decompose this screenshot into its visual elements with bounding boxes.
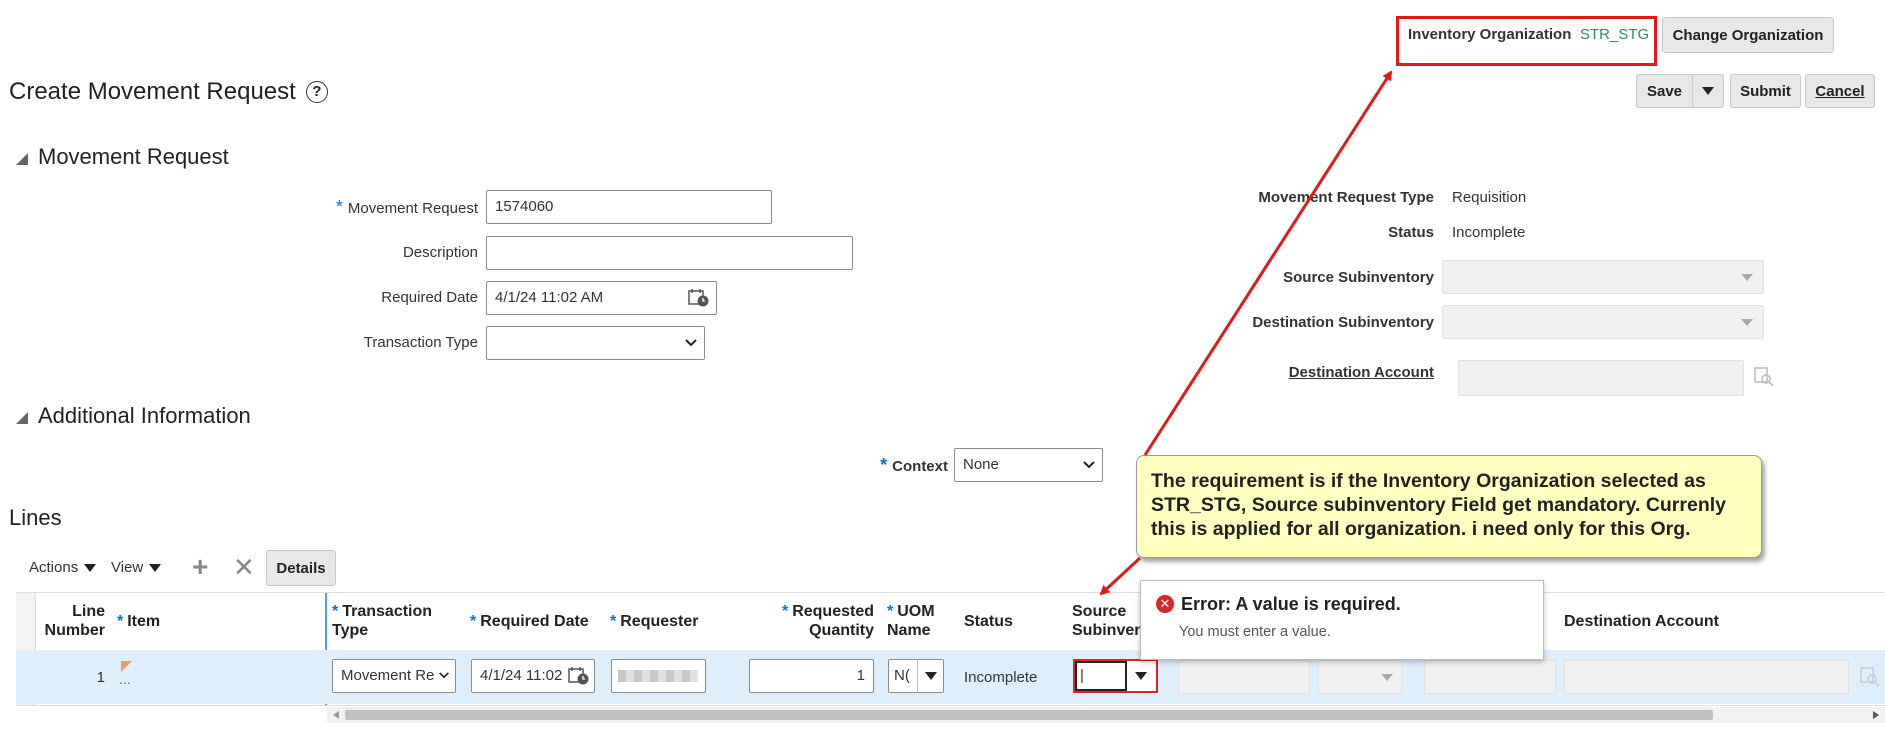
annotation-arrow-to-org bbox=[1143, 70, 1393, 456]
annotation-arrow-to-field bbox=[1099, 556, 1142, 596]
annotation-arrows bbox=[1099, 70, 1393, 596]
